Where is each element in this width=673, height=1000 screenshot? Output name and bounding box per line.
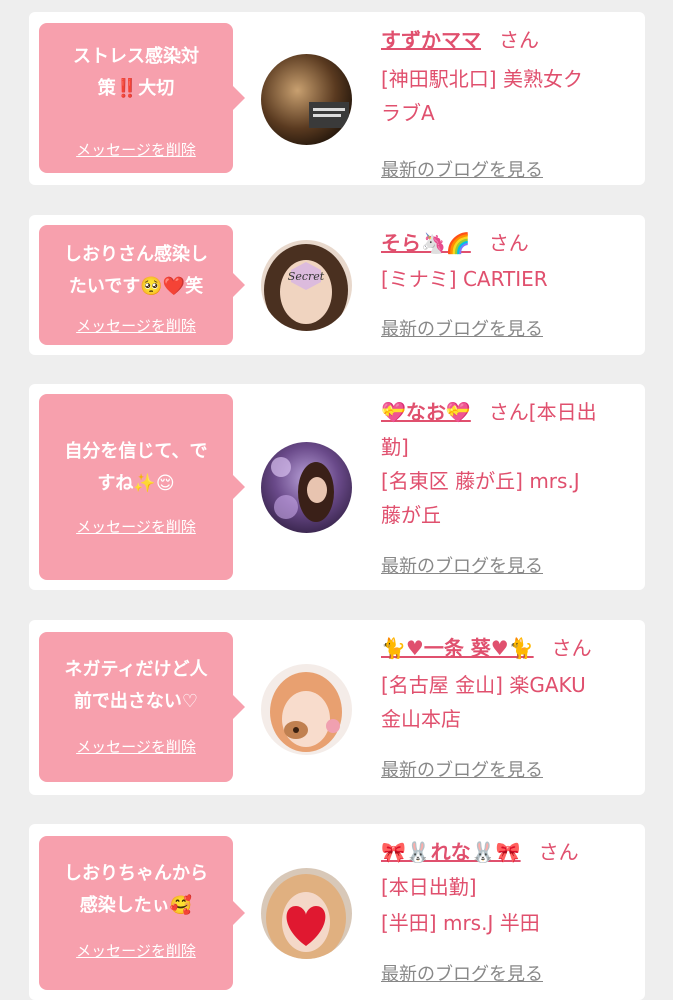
delete-message-link[interactable]: メッセージを削除 [39,315,233,336]
girl-name-link[interactable]: そら🦄🌈 [381,231,471,255]
shop-info: [名東区 藤が丘] mrs.J 藤が丘 [381,464,637,532]
name-line: そら🦄🌈 さん [381,225,637,261]
latest-blog-link[interactable]: 最新のブログを見る [381,315,543,341]
message-card: 自分を信じて、で すね✨😌 メッセージを削除 💝なお💝 さん[本日出 勤] [名東… [29,384,645,590]
girl-name-link[interactable]: 🎀🐰れな🐰🎀 [381,840,521,864]
message-text: しおりちゃんから 感染したぃ🥰 [47,858,225,922]
message-line: すね✨😌 [97,473,175,494]
delete-message-link[interactable]: メッセージを削除 [39,139,233,160]
message-bubble: しおりさん感染し たいです🥺❤️笑 メッセージを削除 [39,225,245,345]
avatar-image: Secret [261,240,352,331]
avatar-watermark: Secret [288,270,325,283]
shop-line: [名東区 藤が丘] mrs.J [381,469,580,493]
shop-line: 金山本店 [381,707,461,731]
message-text: ストレス感染対 策‼️大切 [47,41,225,105]
message-line: 自分を信じて、で [64,441,208,462]
girl-name-link[interactable]: 🐈♥一条 葵♥🐈 [381,636,534,660]
avatar[interactable]: Secret [261,240,352,331]
shop-info: [半田] mrs.J 半田 [381,906,637,940]
message-line: 策‼️大切 [97,78,175,99]
shop-line: [名古屋 金山] 楽GAKU [381,673,586,697]
message-text: ネガティだけど人 前で出さない♡ [47,654,225,718]
avatar-image [261,664,352,755]
girl-info: 💝なお💝 さん[本日出 勤] [名東区 藤が丘] mrs.J 藤が丘 最新のブログ… [381,394,637,580]
message-bubble: しおりちゃんから 感染したぃ🥰 メッセージを削除 [39,836,245,990]
message-bubble: ネガティだけど人 前で出さない♡ メッセージを削除 [39,632,245,782]
avatar-image [261,54,352,145]
avatar[interactable] [261,868,352,959]
girl-info: すずかママ さん [神田駅北口] 美熟女ク ラブA 最新のブログを見る [381,22,637,181]
shop-info: [名古屋 金山] 楽GAKU 金山本店 [381,668,637,736]
honorific: さん [538,840,579,864]
shop-info: [ミナミ] CARTIER [381,262,637,296]
avatar[interactable] [261,54,352,145]
message-card: ストレス感染対 策‼️大切 メッセージを削除 すずかママ さん [神田駅北口] 美… [29,12,645,185]
name-line: 🎀🐰れな🐰🎀 さん [381,834,637,870]
shop-line: [ミナミ] CARTIER [381,267,548,291]
message-line: しおりさん感染し [64,244,208,265]
delete-message-link[interactable]: メッセージを削除 [39,516,233,537]
delete-message-link[interactable]: メッセージを削除 [39,940,233,961]
message-card: しおりちゃんから 感染したぃ🥰 メッセージを削除 🎀🐰れな🐰🎀 さん [本日出勤]… [29,824,645,1000]
latest-blog-link[interactable]: 最新のブログを見る [381,756,543,782]
message-line: しおりちゃんから [64,863,208,884]
message-card: しおりさん感染し たいです🥺❤️笑 メッセージを削除 Secret そら🦄🌈 さん… [29,215,645,355]
avatar-image [261,868,352,959]
latest-blog-link[interactable]: 最新のブログを見る [381,960,543,986]
message-line: ネガティだけど人 [64,659,208,680]
message-text: 自分を信じて、で すね✨😌 [47,436,225,500]
shop-line: ラブA [381,101,435,125]
status-line: [本日出勤] [381,875,477,899]
message-line: たいです🥺❤️笑 [68,276,204,297]
honorific: さん [499,28,539,52]
latest-blog-link[interactable]: 最新のブログを見る [381,552,543,578]
message-bubble: 自分を信じて、で すね✨😌 メッセージを削除 [39,394,245,580]
message-line: ストレス感染対 [73,46,199,67]
girl-name-link[interactable]: 💝なお💝 [381,400,471,424]
message-bubble: ストレス感染対 策‼️大切 メッセージを削除 [39,23,245,173]
status-line: 勤] [381,435,409,459]
girl-info: 🐈♥一条 葵♥🐈 さん [名古屋 金山] 楽GAKU 金山本店 最新のブログを見る [381,630,637,785]
delete-message-link[interactable]: メッセージを削除 [39,736,233,757]
shop-info: [神田駅北口] 美熟女ク ラブA [381,62,637,130]
name-line: すずかママ さん [381,22,637,58]
honorific: さん[本日出 [488,400,597,424]
honorific: さん [551,636,592,660]
girl-info: 🎀🐰れな🐰🎀 さん [本日出勤] [半田] mrs.J 半田 最新のブログを見る [381,834,637,990]
name-line: 💝なお💝 さん[本日出 [381,394,637,430]
girl-name-link[interactable]: すずかママ [381,28,481,52]
shop-line: 藤が丘 [381,503,441,527]
shop-line: [神田駅北口] 美熟女ク [381,67,583,91]
avatar[interactable] [261,442,352,533]
name-line: 🐈♥一条 葵♥🐈 さん [381,630,637,666]
avatar[interactable] [261,664,352,755]
message-list: ストレス感染対 策‼️大切 メッセージを削除 すずかママ さん [神田駅北口] 美… [0,0,673,1000]
honorific: さん [488,231,529,255]
shop-line: [半田] mrs.J 半田 [381,911,540,935]
message-line: 感染したぃ🥰 [79,895,193,916]
avatar-image [261,442,352,533]
message-line: 前で出さない♡ [73,691,199,712]
girl-info: そら🦄🌈 さん [ミナミ] CARTIER 最新のブログを見る [381,225,637,345]
message-card: ネガティだけど人 前で出さない♡ メッセージを削除 🐈♥一条 葵♥🐈 さん [名古… [29,620,645,795]
latest-blog-link[interactable]: 最新のブログを見る [381,156,543,182]
message-text: しおりさん感染し たいです🥺❤️笑 [47,239,225,303]
